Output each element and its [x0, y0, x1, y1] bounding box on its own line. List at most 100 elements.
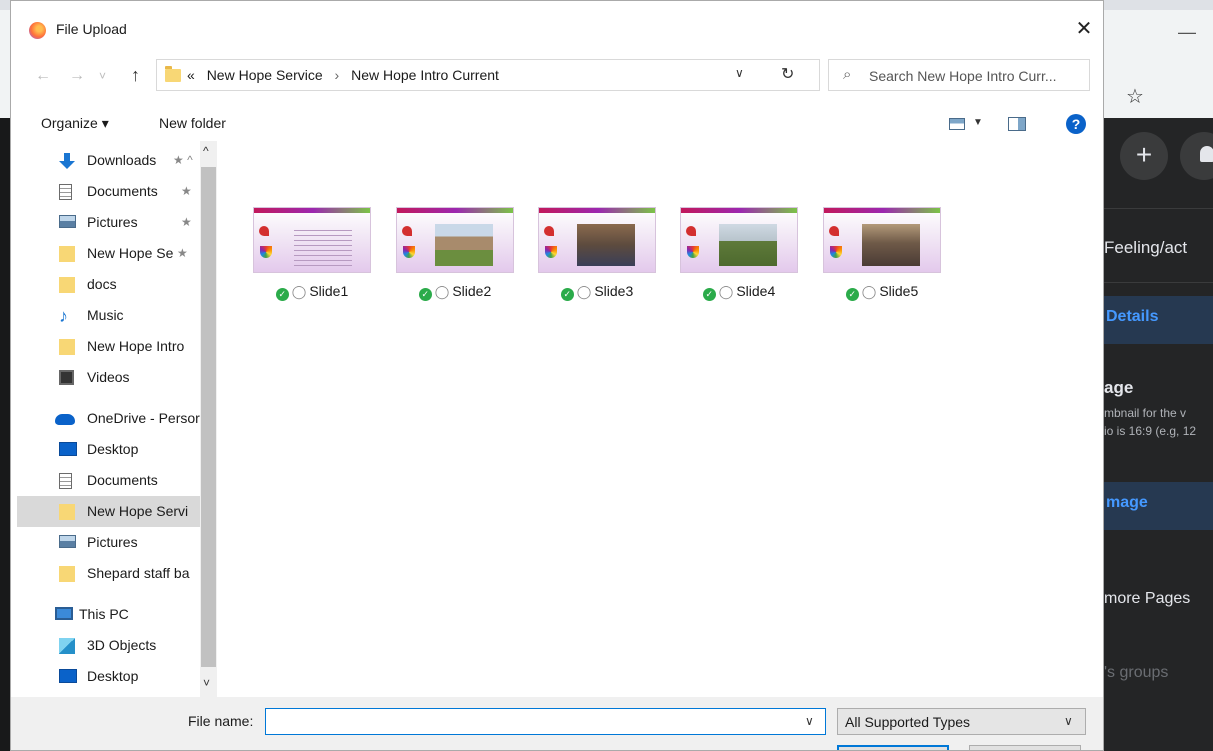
details-tab[interactable]: Details	[1104, 296, 1213, 344]
view-options-icon[interactable]	[949, 118, 965, 130]
file-name: Slide3	[594, 283, 634, 299]
refresh-icon[interactable]: ↻	[781, 64, 794, 84]
file-item-slide3[interactable]: ✓ ◯ Slide3	[532, 207, 656, 307]
navigation-scrollbar[interactable]: ^ ˅	[200, 141, 217, 697]
file-name: Slide1	[309, 283, 349, 299]
address-bar[interactable]: « New Hope Service › New Hope Intro Curr…	[156, 59, 820, 91]
sidebar-item-shepard-staff[interactable]: Shepard staff ba	[17, 558, 203, 589]
folder-icon	[59, 566, 75, 582]
breadcrumb-item[interactable]: New Hope Service	[207, 67, 323, 83]
sidebar-item-desktop[interactable]: Desktop	[17, 434, 203, 465]
shared-person-icon: ◯	[861, 284, 877, 299]
breadcrumb-overflow[interactable]: «	[187, 67, 195, 83]
sidebar-item-label: Pictures	[87, 534, 138, 550]
aspect-description: io is 16:9 (e.g, 12	[1104, 424, 1197, 438]
sidebar-item-documents[interactable]: Documents	[17, 465, 203, 496]
forward-icon[interactable]: →	[69, 67, 85, 85]
sidebar-item-videos[interactable]: Videos	[17, 362, 203, 393]
open-button[interactable]	[837, 745, 949, 750]
file-name-input[interactable]	[265, 708, 826, 735]
sidebar-item-label: Documents	[87, 183, 158, 199]
back-icon[interactable]: ←	[35, 67, 51, 85]
preview-pane-icon[interactable]	[1008, 117, 1026, 131]
more-pages-item[interactable]: more Pages	[1104, 590, 1190, 608]
sidebar-item-label: Videos	[87, 369, 130, 385]
search-box[interactable]: ⌕	[828, 59, 1090, 91]
help-icon[interactable]: ?	[1066, 114, 1086, 134]
folder-icon	[59, 277, 75, 293]
groups-item[interactable]: 's groups	[1104, 664, 1168, 682]
sidebar-item-docs[interactable]: docs	[17, 269, 203, 300]
sidebar-item-new-hope-intro[interactable]: New Hope Intro	[17, 331, 203, 362]
feeling-activity-item[interactable]: Feeling/act	[1104, 238, 1213, 258]
recent-locations-icon[interactable]: ˅	[99, 69, 106, 83]
new-folder-button[interactable]: New folder	[159, 115, 226, 131]
shared-person-icon: ◯	[434, 284, 450, 299]
3d-objects-icon	[59, 638, 75, 654]
shared-person-icon: ◯	[718, 284, 734, 299]
sidebar-item-this-pc[interactable]: This PC	[17, 599, 203, 630]
file-type-dropdown-icon: ∨	[1064, 714, 1073, 728]
search-icon: ⌕	[843, 66, 852, 83]
minimize-icon[interactable]: —	[1178, 22, 1196, 43]
navigation-pane: Downloads ★ ^ Documents ★ Pictures ★ New Ho…	[11, 141, 217, 697]
pin-icon: ★	[181, 184, 192, 198]
thumbnail-description: mbnail for the v	[1104, 406, 1187, 420]
slide-thumbnail	[823, 207, 941, 273]
close-button[interactable]: ✕	[1067, 13, 1101, 45]
sync-check-icon: ✓	[702, 288, 716, 301]
scroll-down-icon[interactable]: ˅	[203, 676, 210, 690]
sidebar-item-3d-objects[interactable]: 3D Objects	[17, 630, 203, 661]
file-label: ✓ ◯ Slide5	[817, 283, 947, 301]
file-item-slide4[interactable]: ✓ ◯ Slide4	[674, 207, 798, 307]
file-type-select[interactable]: All Supported Types ∨	[837, 708, 1086, 735]
sidebar-item-pictures[interactable]: Pictures ★	[17, 207, 203, 238]
desktop-icon	[59, 669, 77, 683]
scroll-up-icon[interactable]: ^	[203, 144, 209, 158]
slide-thumbnail	[396, 207, 514, 273]
file-type-value: All Supported Types	[845, 714, 971, 730]
sidebar-item-downloads[interactable]: Downloads ★ ^	[17, 145, 203, 176]
sidebar-item-label: Desktop	[87, 668, 139, 684]
sidebar-item-documents[interactable]: Documents ★	[17, 176, 203, 207]
file-item-slide5[interactable]: ✓ ◯ Slide5	[817, 207, 941, 307]
sidebar-item-onedrive[interactable]: OneDrive - Persor	[17, 403, 203, 434]
folder-icon	[59, 246, 75, 262]
pin-icon: ★ ^	[173, 153, 193, 167]
pictures-icon	[59, 215, 76, 228]
divider	[1104, 208, 1213, 209]
file-name-dropdown-icon[interactable]: ∨	[805, 714, 814, 728]
sidebar-item-label: docs	[87, 276, 117, 292]
up-icon[interactable]: ↑	[131, 65, 140, 86]
shared-person-icon: ◯	[576, 284, 592, 299]
file-item-slide2[interactable]: ✓ ◯ Slide2	[390, 207, 514, 307]
file-label: ✓ ◯ Slide3	[532, 283, 662, 301]
add-image-button[interactable]: mage	[1104, 482, 1213, 530]
view-dropdown-icon[interactable]: ▼	[973, 117, 983, 128]
file-label: ✓ ◯ Slide2	[390, 283, 520, 301]
sidebar-item-label: New Hope Se	[87, 245, 174, 261]
shared-person-icon: ◯	[291, 284, 307, 299]
create-icon[interactable]: +	[1120, 132, 1168, 180]
file-item-slide1[interactable]: ✓ ◯ Slide1	[247, 207, 371, 307]
breadcrumb-item[interactable]: New Hope Intro Current	[351, 67, 499, 83]
sidebar-item-desktop[interactable]: Desktop	[17, 661, 203, 692]
folder-icon	[59, 339, 75, 355]
sidebar-item-pictures[interactable]: Pictures	[17, 527, 203, 558]
breadcrumb-separator-icon[interactable]: ›	[335, 67, 340, 83]
sidebar-item-new-hope-servi[interactable]: New Hope Servi	[17, 496, 203, 527]
slide-thumbnail	[253, 207, 371, 273]
sidebar-item-music[interactable]: ♪ Music	[17, 300, 203, 331]
bookmark-star-icon[interactable]: ☆	[1126, 84, 1144, 109]
address-dropdown-icon[interactable]: ∨	[735, 66, 744, 80]
desktop-icon	[59, 442, 77, 456]
sidebar-item-label: 3D Objects	[87, 637, 157, 653]
organize-button[interactable]: Organize ▾	[41, 115, 109, 132]
file-list: ✓ ◯ Slide1 ✓ ◯ Slide2 ✓ ◯ Slide3 ✓ ◯ Slide4 ✓ ◯ Sl…	[217, 141, 1103, 697]
sidebar-item-new-hope-se[interactable]: New Hope Se ★	[17, 238, 203, 269]
scrollbar-thumb[interactable]	[201, 167, 216, 667]
cancel-button[interactable]	[969, 745, 1081, 750]
sync-check-icon: ✓	[275, 288, 289, 301]
sidebar-item-label: Pictures	[87, 214, 138, 230]
search-input[interactable]	[867, 65, 1089, 87]
